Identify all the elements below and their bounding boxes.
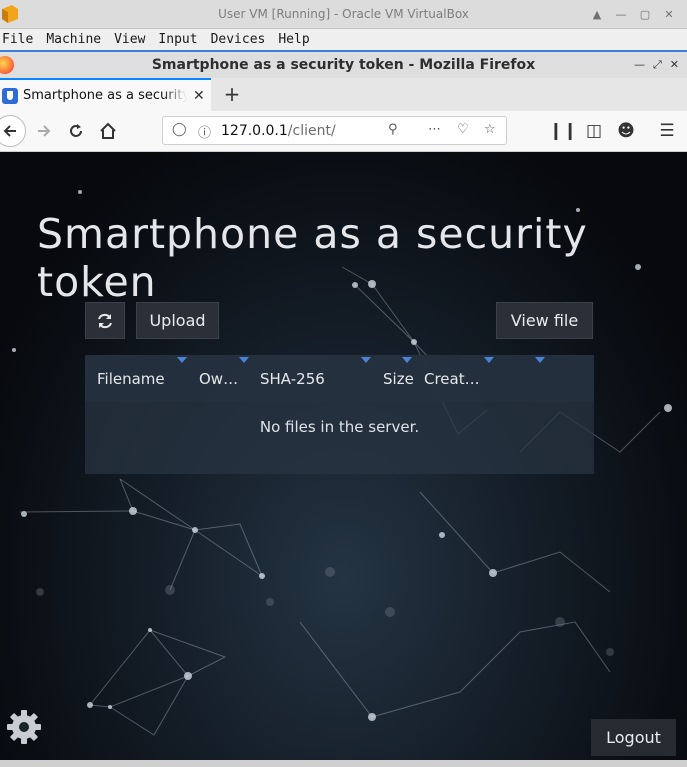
page-actions-icon[interactable]: ⋯ <box>428 122 441 137</box>
vbox-window-title: User VM [Running] - Oracle VM VirtualBox <box>218 7 469 21</box>
pocket-icon[interactable]: ♡ <box>457 122 469 137</box>
account-icon[interactable]: ☻ <box>614 119 638 143</box>
home-icon <box>100 122 116 139</box>
ff-close-icon[interactable]: ✕ <box>670 58 679 72</box>
close-icon[interactable]: ✕ <box>661 6 677 22</box>
site-info-icon[interactable]: ⓘ <box>198 122 211 141</box>
back-button[interactable] <box>0 115 26 147</box>
menu-help[interactable]: Help <box>278 32 309 47</box>
table-header: Filename Ow… SHA-256 Size Creat… <box>85 355 594 402</box>
tab-label: Smartphone as a security token <box>23 88 187 103</box>
url-bar[interactable]: ◯ ⓘ 127.0.0.1/client/ ⚲ ⋯ ♡ ☆ <box>162 116 507 145</box>
firefox-window-title: Smartphone as a security token - Mozilla… <box>151 57 536 73</box>
gear-icon[interactable] <box>6 709 42 745</box>
sort-arrow-icon[interactable] <box>177 357 187 363</box>
menu-view[interactable]: View <box>114 32 145 47</box>
column-header-created[interactable]: Creat… <box>424 370 480 388</box>
column-header-filename[interactable]: Filename <box>97 370 165 388</box>
upload-button[interactable]: Upload <box>136 302 219 339</box>
minimize-icon[interactable]: — <box>613 6 629 22</box>
empty-table-message: No files in the server. <box>259 418 420 436</box>
shield-favicon-icon <box>2 87 18 104</box>
vbox-title-bar: User VM [Running] - Oracle VM VirtualBox… <box>0 0 687 29</box>
menu-input[interactable]: Input <box>158 32 197 47</box>
hamburger-menu-icon[interactable]: ☰ <box>655 119 679 143</box>
vbox-status-strip <box>0 760 687 767</box>
menu-file[interactable]: File <box>2 32 33 47</box>
tab-close-icon[interactable]: ✕ <box>193 88 205 104</box>
files-table: Filename Ow… SHA-256 Size Creat… No file… <box>85 355 594 474</box>
firefox-title-bar: Smartphone as a security token - Mozilla… <box>0 50 687 78</box>
refresh-icon <box>98 313 112 328</box>
sort-arrow-icon[interactable] <box>535 357 545 363</box>
library-icon[interactable]: ❙❙ <box>549 119 578 143</box>
logout-button[interactable]: Logout <box>591 719 676 756</box>
column-header-size[interactable]: Size <box>383 370 414 388</box>
sort-arrow-icon[interactable] <box>484 357 494 363</box>
bulb-icon[interactable]: ⚲ <box>388 122 398 137</box>
forward-button[interactable] <box>32 119 56 143</box>
refresh-button[interactable] <box>85 302 125 339</box>
tab-strip: Smartphone as a security token ✕ + <box>0 78 687 111</box>
page-viewport: Smartphone as a security token Upload Vi… <box>0 152 687 760</box>
ff-minimize-icon[interactable]: — <box>634 58 645 72</box>
page-title: Smartphone as a security token <box>37 210 588 306</box>
reload-icon <box>70 124 82 137</box>
new-tab-icon[interactable]: + <box>221 83 243 105</box>
column-header-sha256[interactable]: SHA-256 <box>260 370 325 388</box>
forward-arrow-icon <box>38 125 51 137</box>
ff-restore-icon[interactable]: ⤢ <box>653 58 662 72</box>
column-header-owner[interactable]: Ow… <box>199 370 238 388</box>
navigation-bar: ◯ ⓘ 127.0.0.1/client/ ⚲ ⋯ ♡ ☆ ❙❙ ◫ ☻ ☰ <box>0 111 687 152</box>
bookmark-star-icon[interactable]: ☆ <box>484 122 496 137</box>
sidebar-icon[interactable]: ◫ <box>582 119 606 143</box>
url-text[interactable]: 127.0.0.1/client/ <box>221 123 336 139</box>
menu-devices[interactable]: Devices <box>211 32 266 47</box>
vbox-menu-bar: File Machine View Input Devices Help <box>0 29 687 50</box>
menu-machine[interactable]: Machine <box>46 32 101 47</box>
view-file-button[interactable]: View file <box>496 302 593 339</box>
home-button[interactable] <box>96 119 120 143</box>
sort-arrow-icon[interactable] <box>361 357 371 363</box>
tracking-shield-icon[interactable]: ◯ <box>172 122 187 137</box>
sort-arrow-icon[interactable] <box>239 357 249 363</box>
reload-button[interactable] <box>64 119 88 143</box>
sort-arrow-icon[interactable] <box>402 357 412 363</box>
back-arrow-icon <box>3 125 16 137</box>
up-arrow-icon[interactable]: ▲ <box>589 6 605 22</box>
maximize-icon[interactable]: ▢ <box>637 6 653 22</box>
tab-active[interactable]: Smartphone as a security token ✕ <box>0 78 211 111</box>
